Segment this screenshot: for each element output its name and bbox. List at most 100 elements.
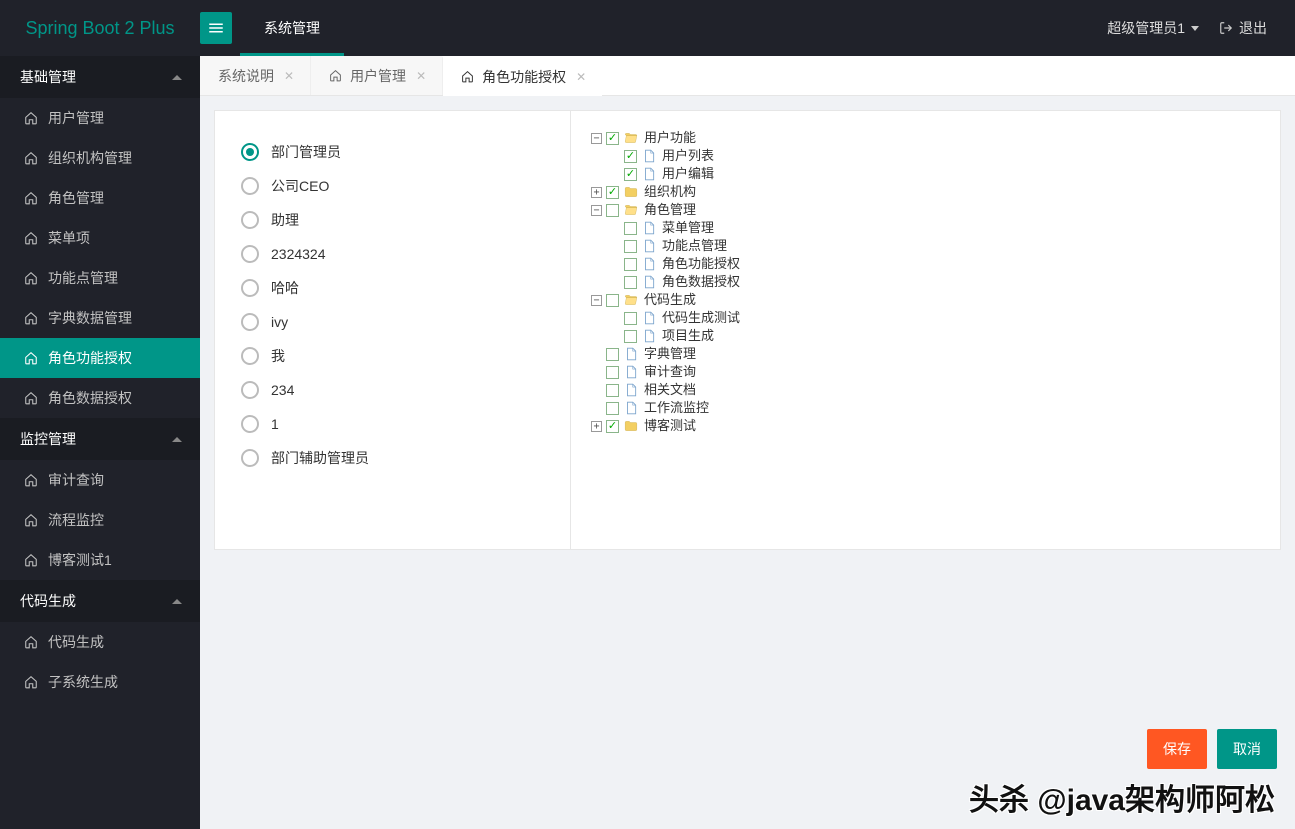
expand-icon[interactable]: +: [591, 421, 602, 432]
header: Spring Boot 2 Plus 系统管理 超级管理员1 退出: [0, 0, 1295, 56]
home-icon: [24, 191, 38, 205]
file-icon: [641, 167, 657, 181]
tree-node: 审计查询: [591, 363, 1260, 381]
tree-node-label[interactable]: 用户列表: [662, 147, 714, 165]
tree-node-label[interactable]: 角色管理: [644, 201, 696, 219]
tree-node-label[interactable]: 用户编辑: [662, 165, 714, 183]
save-button[interactable]: 保存: [1147, 729, 1207, 769]
sidebar-item-0-1[interactable]: 组织机构管理: [0, 138, 200, 178]
tab-close-icon[interactable]: ✕: [414, 67, 428, 85]
radio-icon: [241, 381, 259, 399]
role-label: 部门辅助管理员: [271, 448, 369, 468]
user-name: 超级管理员1: [1107, 18, 1185, 38]
role-radio-4[interactable]: 哈哈: [241, 271, 544, 305]
checkbox[interactable]: [624, 168, 637, 181]
content-tab-0[interactable]: 系统说明✕: [200, 56, 310, 95]
sidebar-item-1-1[interactable]: 流程监控: [0, 500, 200, 540]
sidebar-item-0-0[interactable]: 用户管理: [0, 98, 200, 138]
role-radio-0[interactable]: 部门管理员: [241, 135, 544, 169]
logout-button[interactable]: 退出: [1219, 18, 1267, 38]
sidebar-item-0-3[interactable]: 菜单项: [0, 218, 200, 258]
folder-icon: [623, 293, 639, 307]
sidebar-item-0-5[interactable]: 字典数据管理: [0, 298, 200, 338]
expand-icon[interactable]: +: [591, 187, 602, 198]
tree-node-label[interactable]: 功能点管理: [662, 237, 727, 255]
home-icon: [24, 513, 38, 527]
file-icon: [641, 239, 657, 253]
checkbox[interactable]: [624, 150, 637, 163]
logo: Spring Boot 2 Plus: [0, 0, 200, 56]
tree-node-label[interactable]: 组织机构: [644, 183, 696, 201]
checkbox[interactable]: [606, 132, 619, 145]
checkbox[interactable]: [606, 348, 619, 361]
tree-node-label[interactable]: 审计查询: [644, 363, 696, 381]
sidebar-item-0-4[interactable]: 功能点管理: [0, 258, 200, 298]
tree-node-label[interactable]: 菜单管理: [662, 219, 714, 237]
sidebar-item-0-7[interactable]: 角色数据授权: [0, 378, 200, 418]
content-tab-2[interactable]: 角色功能授权✕: [442, 56, 602, 95]
tree-node-label[interactable]: 角色功能授权: [662, 255, 740, 273]
tree-node-label[interactable]: 相关文档: [644, 381, 696, 399]
checkbox[interactable]: [606, 402, 619, 415]
collapse-icon[interactable]: −: [591, 295, 602, 306]
sidebar-item-2-1[interactable]: 子系统生成: [0, 662, 200, 702]
collapse-icon[interactable]: −: [591, 205, 602, 216]
role-radio-9[interactable]: 部门辅助管理员: [241, 441, 544, 475]
tree-node-label[interactable]: 用户功能: [644, 129, 696, 147]
sidebar-item-1-2[interactable]: 博客测试1: [0, 540, 200, 580]
tab-close-icon[interactable]: ✕: [574, 68, 588, 86]
top-tab-0[interactable]: 系统管理: [240, 0, 344, 56]
cancel-button[interactable]: 取消: [1217, 729, 1277, 769]
checkbox[interactable]: [624, 312, 637, 325]
checkbox[interactable]: [606, 186, 619, 199]
checkbox[interactable]: [606, 366, 619, 379]
sidebar-item-0-6[interactable]: 角色功能授权: [0, 338, 200, 378]
tree-node-label[interactable]: 代码生成: [644, 291, 696, 309]
checkbox[interactable]: [606, 294, 619, 307]
role-radio-5[interactable]: ivy: [241, 305, 544, 339]
role-radio-6[interactable]: 我: [241, 339, 544, 373]
tree-node-label[interactable]: 项目生成: [662, 327, 714, 345]
content-tab-1[interactable]: 用户管理✕: [310, 56, 442, 95]
folder-icon: [623, 131, 639, 145]
tree-node: 角色数据授权: [609, 273, 1260, 291]
tab-close-icon[interactable]: ✕: [282, 67, 296, 85]
sidebar-item-label: 功能点管理: [48, 268, 118, 288]
checkbox[interactable]: [624, 222, 637, 235]
tabs-bar: 系统说明✕用户管理✕角色功能授权✕: [200, 56, 1295, 96]
tree-node-label[interactable]: 字典管理: [644, 345, 696, 363]
sidebar-group-0[interactable]: 基础管理: [0, 56, 200, 98]
roles-list: 部门管理员公司CEO 助理2324324 哈哈 ivy我2341 部门辅助管理员: [215, 111, 571, 549]
sidebar-item-0-2[interactable]: 角色管理: [0, 178, 200, 218]
role-label: 哈哈: [271, 278, 299, 298]
collapse-icon[interactable]: −: [591, 133, 602, 144]
role-label: 公司CEO: [271, 176, 329, 196]
role-radio-2[interactable]: 助理: [241, 203, 544, 237]
role-radio-3[interactable]: 2324324: [241, 237, 544, 271]
checkbox[interactable]: [624, 258, 637, 271]
checkbox[interactable]: [606, 384, 619, 397]
home-icon: [24, 151, 38, 165]
checkbox[interactable]: [606, 204, 619, 217]
tree-node-label[interactable]: 工作流监控: [644, 399, 709, 417]
sidebar-item-1-0[interactable]: 审计查询: [0, 460, 200, 500]
checkbox[interactable]: [624, 276, 637, 289]
menu-toggle-button[interactable]: [200, 12, 232, 44]
tree-node: − 角色管理: [591, 201, 1260, 219]
checkbox[interactable]: [606, 420, 619, 433]
tree-node: 项目生成: [609, 327, 1260, 345]
menu-icon: [207, 19, 225, 37]
sidebar-group-1[interactable]: 监控管理: [0, 418, 200, 460]
sidebar-group-2[interactable]: 代码生成: [0, 580, 200, 622]
tree-node-label[interactable]: 代码生成测试: [662, 309, 740, 327]
role-radio-1[interactable]: 公司CEO: [241, 169, 544, 203]
role-radio-7[interactable]: 234: [241, 373, 544, 407]
user-menu[interactable]: 超级管理员1: [1107, 18, 1199, 38]
checkbox[interactable]: [624, 240, 637, 253]
sidebar-item-2-0[interactable]: 代码生成: [0, 622, 200, 662]
role-radio-8[interactable]: 1: [241, 407, 544, 441]
tree-node-label[interactable]: 角色数据授权: [662, 273, 740, 291]
checkbox[interactable]: [624, 330, 637, 343]
tree-node-label[interactable]: 博客测试: [644, 417, 696, 435]
folder-icon: [623, 203, 639, 217]
